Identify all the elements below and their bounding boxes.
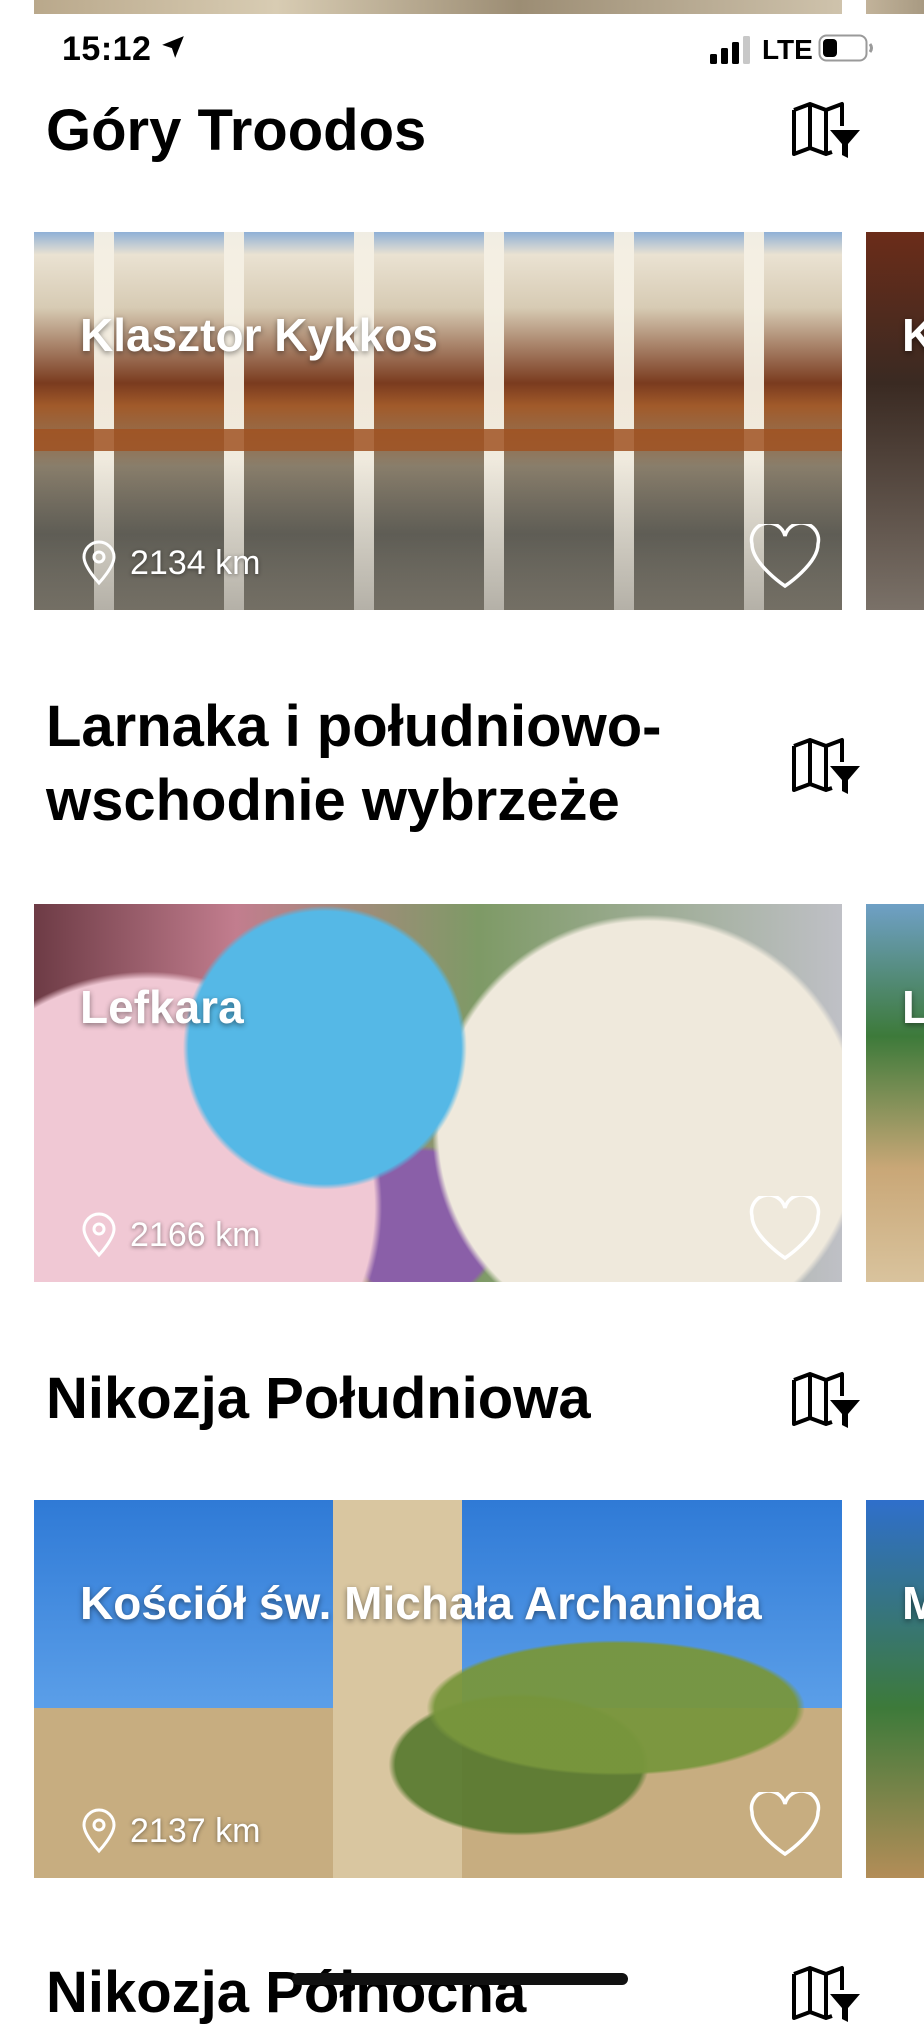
map-pin-icon	[82, 1808, 116, 1854]
section-title-nikozja-poludniowa: Nikozja Południowa	[46, 1366, 591, 1431]
map-filter-icon	[792, 1372, 860, 1428]
heart-outline-icon	[749, 1193, 821, 1261]
peek-title: M	[902, 1577, 924, 1629]
place-card-distance: 2134 km	[80, 540, 260, 586]
map-filter-button[interactable]	[790, 1370, 862, 1432]
map-filter-icon	[792, 738, 860, 794]
status-bar: 15:12 LTE	[0, 0, 924, 100]
battery-icon	[818, 34, 873, 62]
next-place-card-peek[interactable]: M	[866, 1500, 924, 1878]
place-card-distance: 2166 km	[80, 1212, 260, 1258]
map-filter-icon	[792, 1966, 860, 2022]
next-place-card-peek[interactable]: L	[866, 904, 924, 1282]
place-card-klasztor-kykkos[interactable]: Klasztor Kykkos 2134 km	[34, 232, 842, 610]
place-card-lefkara[interactable]: Lefkara 2166 km	[34, 904, 842, 1282]
section-title-troodos: Góry Troodos	[46, 98, 427, 163]
map-filter-button[interactable]	[790, 736, 862, 798]
place-card-kosciol-sw-michala[interactable]: Kościół św. Michała Archanioła 2137 km	[34, 1500, 842, 1878]
map-pin-icon	[82, 1212, 116, 1258]
distance-label: 2137 km	[130, 1811, 261, 1850]
location-arrow-icon	[162, 36, 184, 58]
place-card-title: Klasztor Kykkos	[80, 309, 438, 361]
map-filter-icon	[792, 102, 860, 158]
cellular-signal-icon	[710, 36, 750, 64]
favorite-button[interactable]	[748, 1789, 822, 1858]
map-filter-button[interactable]	[790, 1964, 862, 2026]
distance-label: 2166 km	[130, 1215, 261, 1254]
section-title-larnaka: Larnaka i południowo-wschodnie wybrzeże	[46, 694, 662, 833]
status-time: 15:12	[62, 30, 152, 68]
favorite-button[interactable]	[748, 1193, 822, 1262]
next-place-card-peek[interactable]: K	[866, 232, 924, 610]
place-card-distance: 2137 km	[80, 1808, 260, 1854]
map-pin-icon	[82, 540, 116, 586]
favorite-button[interactable]	[748, 521, 822, 590]
peek-title: K	[902, 309, 924, 361]
home-indicator[interactable]	[292, 1973, 628, 1985]
heart-outline-icon	[749, 521, 821, 589]
place-card-title: Lefkara	[80, 981, 244, 1033]
section-title-nikozja-polnocna: Nikozja Północna	[46, 1960, 527, 2025]
peek-title: L	[902, 981, 924, 1033]
distance-label: 2134 km	[130, 543, 261, 582]
map-filter-button[interactable]	[790, 100, 862, 162]
place-card-title: Kościół św. Michała Archanioła	[80, 1577, 762, 1629]
network-type: LTE	[762, 34, 813, 65]
heart-outline-icon	[749, 1789, 821, 1857]
